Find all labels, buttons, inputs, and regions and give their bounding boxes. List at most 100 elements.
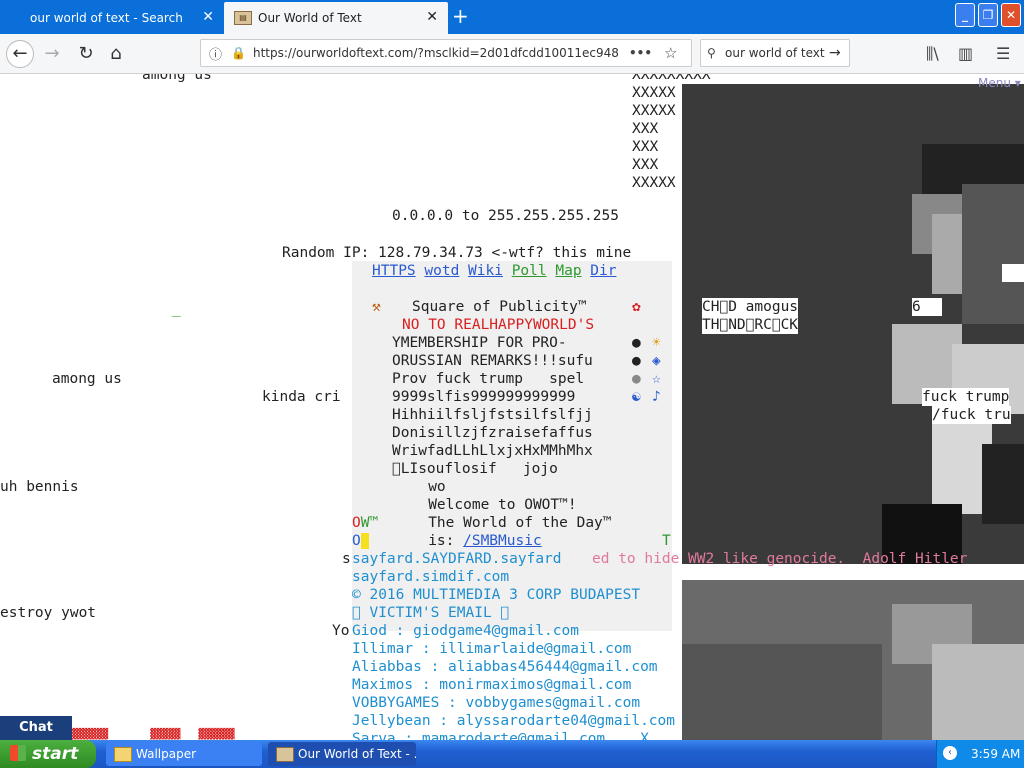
world-text: among us — [142, 74, 212, 83]
world-text: _ — [172, 301, 181, 317]
taskbar-item-label: Wallpaper — [136, 747, 197, 761]
clock: 3:59 AM — [971, 747, 1021, 761]
world-text: estroy ywot — [0, 605, 97, 621]
close-tab-icon[interactable]: ✕ — [426, 9, 438, 25]
minimize-window-button[interactable]: _ — [955, 3, 975, 27]
dir-link[interactable]: Dir — [590, 263, 616, 279]
note-icon: ♪ — [652, 389, 661, 405]
board-links: HTTPS wotd Wiki Poll Map Dir — [372, 262, 617, 280]
star-icon: ☆ — [652, 371, 661, 387]
maximize-window-button[interactable]: ❐ — [978, 3, 998, 27]
reload-button[interactable]: ↻ — [72, 40, 100, 68]
world-text: sayfard.simdif.com — [352, 569, 510, 585]
world-text: ed to hide WW2 like genocide. Adolf Hitl… — [592, 551, 968, 567]
home-button[interactable]: ⌂ — [102, 40, 130, 68]
map-link[interactable]: Map — [555, 263, 581, 279]
board-title: Square of Publicity™ — [412, 299, 587, 315]
system-tray: ‹ 3:59 AM — [936, 740, 1024, 768]
search-go-icon[interactable]: → — [829, 45, 841, 61]
diamond-icon: ◈ — [652, 353, 661, 369]
world-text: Maximos : monirmaximos@gmail.com — [352, 676, 632, 694]
world-text: s — [342, 551, 351, 567]
info-icon[interactable]: ⓘ — [209, 44, 227, 63]
world-text: 0.0.0.0 to 255.255.255.255 — [392, 208, 619, 224]
t-label: T — [662, 533, 671, 549]
world-text: XXXXX — [632, 85, 676, 101]
globe-icon: ☯ — [632, 389, 641, 405]
o-text: O — [352, 533, 361, 549]
tab-our-world-of-text[interactable]: ▤ Our World of Text ✕ — [224, 2, 448, 34]
ow-label: OW™ — [352, 515, 379, 531]
silver-circle-icon: ● — [632, 371, 641, 387]
https-link[interactable]: HTTPS — [372, 263, 416, 279]
wotd-link[interactable]: wotd — [424, 263, 459, 279]
board-line: Prov fuck trump spel — [392, 371, 585, 387]
start-button[interactable]: start — [0, 740, 96, 768]
url-text[interactable]: https://ourworldoftext.com/?msclkid=2d01… — [253, 46, 623, 60]
close-tab-icon[interactable]: ✕ — [202, 9, 214, 25]
world-text: XXXXXXXXX — [632, 74, 711, 83]
back-button[interactable]: ← — [6, 40, 34, 68]
windows-logo-icon — [10, 745, 26, 761]
world-text: among us — [52, 371, 122, 387]
wotd-world-link[interactable]: /SMBMusic — [463, 533, 542, 549]
menu-button[interactable]: Menu ▾ — [978, 74, 1021, 92]
taskbar: start Wallpaper Our World of Text - ... … — [0, 740, 1024, 768]
world-text: fuck trump — [922, 388, 1010, 406]
tray-expand-icon[interactable]: ‹ — [943, 746, 957, 760]
board-line: Donisillzjfzraisefaffus — [392, 425, 593, 441]
sidebar-icon[interactable]: ▥ — [958, 44, 973, 63]
board-line: ORUSSIAN REMARKS!!!sufu — [392, 353, 593, 369]
forward-button[interactable]: → — [38, 40, 66, 68]
world-text: sayfard.SAYDFARD.sayfard — [352, 551, 562, 567]
wiki-link[interactable]: Wiki — [468, 263, 503, 279]
world-text: VOBBYGAMES : vobbygames@gmail.com — [352, 694, 641, 712]
board-line: 9999slfis999999999999 — [392, 389, 576, 405]
world-text: XXXXX — [632, 175, 676, 191]
world-text: XXX — [632, 121, 659, 137]
board-line: wo — [402, 479, 446, 495]
world-text: CH D amogus — [702, 298, 799, 316]
world-text: 6 — [912, 298, 942, 316]
world-text:   VICTIM'S EMAIL   — [352, 605, 510, 621]
taskbar-item-wallpaper[interactable]: Wallpaper — [106, 742, 262, 766]
library-icon[interactable]: ⫼\ — [926, 44, 939, 64]
poll-link[interactable]: Poll — [512, 263, 547, 279]
ow-mark: W™ — [360, 515, 379, 531]
start-label: start — [32, 744, 79, 764]
board-line: NO TO REALHAPPYWORLD'S — [402, 317, 595, 333]
lock-icon[interactable]: 🔒 — [231, 46, 246, 60]
close-window-button[interactable]: ✕ — [1001, 3, 1021, 27]
new-tab-button[interactable]: + — [452, 4, 469, 28]
world-text: Giod : giodgame4@gmail.com — [352, 623, 579, 639]
world-text: © 2016 MULTIMEDIA 3 CORP BUDAPEST — [352, 587, 641, 603]
taskbar-item-browser[interactable]: Our World of Text - ... — [268, 742, 416, 766]
tab-search[interactable]: our world of text - Search ✕ — [0, 2, 224, 34]
world-text: Jellybean : alyssarodarte04@gmail.com — [352, 712, 676, 730]
world-canvas[interactable]: among us XXXXXXXXX XXXXX XXXXX XXX XXX X… — [0, 74, 1024, 740]
chat-button[interactable]: Chat — [0, 716, 72, 740]
world-text: Sarva : mamarodarte@gmail.com X — [352, 730, 649, 740]
bookmark-star-icon[interactable]: ☆ — [664, 44, 677, 62]
menu-icon[interactable]: ☰ — [996, 44, 1010, 63]
world-text: XXXXX — [632, 103, 676, 119]
world-text: Random IP: 128.79.34.73 <-wtf? this mine — [282, 245, 632, 261]
search-box[interactable]: ⚲ our world of text → — [700, 39, 850, 67]
world-text: Aliabbas : aliabbas456444@gmail.com — [352, 658, 658, 676]
search-input[interactable]: our world of text — [725, 46, 825, 60]
taskbar-item-label: Our World of Text - ... — [298, 747, 416, 761]
decor-pattern: ▓▓▓▓▓▓ ▓▓▓▓▓ ▓▓▓▓▓▓ — [72, 729, 235, 740]
address-bar[interactable]: ⓘ 🔒 https://ourworldoftext.com/?msclkid=… — [200, 39, 692, 67]
black-circle-icon: ● — [632, 335, 641, 351]
folder-icon — [114, 747, 132, 762]
board-line: Welcome to OWOT™! — [402, 497, 577, 513]
party-icon: ✿ — [632, 299, 641, 315]
gray-circle-icon: ● — [632, 353, 641, 369]
sun-icon: ☀ — [652, 335, 661, 351]
wotd-prefix: is: — [402, 533, 464, 549]
world-text: XXX — [632, 157, 659, 173]
hammer-icon: ⚒ — [372, 299, 381, 315]
board-line:  LIsouflosif jojo — [392, 461, 558, 477]
browser-icon — [276, 747, 294, 762]
page-actions-icon[interactable]: ••• — [629, 46, 652, 60]
